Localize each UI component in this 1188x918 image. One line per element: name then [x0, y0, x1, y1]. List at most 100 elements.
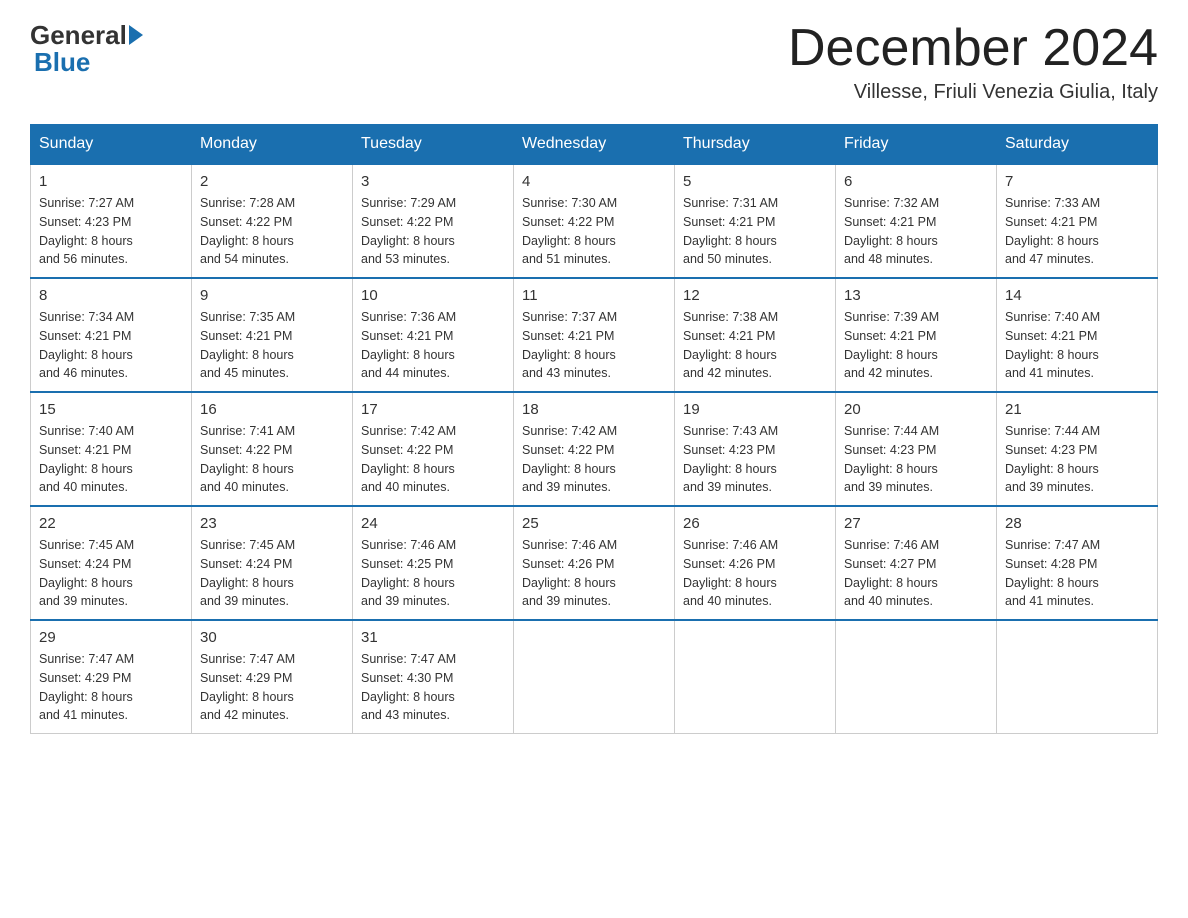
week-row-4: 22Sunrise: 7:45 AM Sunset: 4:24 PM Dayli…: [31, 506, 1158, 620]
day-number: 24: [361, 515, 505, 532]
day-cell-27: 27 Sunrise: 7:46 AM Sunset: 4:27 PM Dayli…: [836, 506, 997, 620]
day-cell-9: 9 Sunrise: 7:35 AM Sunset: 4:21 PM Daylig…: [192, 278, 353, 392]
logo: General Blue: [30, 20, 143, 78]
day-info: Sunrise: 7:41 AM Sunset: 4:22 PM Dayligh…: [200, 422, 344, 497]
day-cell-5: 5Sunrise: 7:31 AM Sunset: 4:21 PM Daylig…: [675, 164, 836, 278]
day-info: Sunrise: 7:33 AM Sunset: 4:21 PM Dayligh…: [1005, 194, 1149, 269]
day-number: 19: [683, 401, 827, 418]
day-number: 28: [1005, 515, 1149, 532]
month-title: December 2024: [788, 20, 1158, 77]
day-cell-20: 20Sunrise: 7:44 AM Sunset: 4:23 PM Dayli…: [836, 392, 997, 506]
day-cell-17: 17 Sunrise: 7:42 AM Sunset: 4:22 PM Dayli…: [353, 392, 514, 506]
day-info: Sunrise: 7:43 AM Sunset: 4:23 PM Dayligh…: [683, 422, 827, 497]
header-cell-sunday: Sunday: [31, 125, 192, 165]
day-info: Sunrise: 7:46 AM Sunset: 4:27 PM Dayligh…: [844, 536, 988, 611]
day-number: 3: [361, 173, 505, 190]
day-info: Sunrise: 7:45 AM Sunset: 4:24 PM Dayligh…: [200, 536, 344, 611]
day-number: 20: [844, 401, 988, 418]
day-info: Sunrise: 7:47 AM Sunset: 4:29 PM Dayligh…: [39, 650, 183, 725]
day-number: 25: [522, 515, 666, 532]
day-cell-19: 19 Sunrise: 7:43 AM Sunset: 4:23 PM Dayli…: [675, 392, 836, 506]
location-subtitle: Villesse, Friuli Venezia Giulia, Italy: [788, 81, 1158, 104]
day-cell-8: 8Sunrise: 7:34 AM Sunset: 4:21 PM Daylig…: [31, 278, 192, 392]
day-info: Sunrise: 7:35 AM Sunset: 4:21 PM Dayligh…: [200, 308, 344, 383]
day-info: Sunrise: 7:29 AM Sunset: 4:22 PM Dayligh…: [361, 194, 505, 269]
day-cell-2: 2Sunrise: 7:28 AM Sunset: 4:22 PM Daylig…: [192, 164, 353, 278]
day-cell-24: 24 Sunrise: 7:46 AM Sunset: 4:25 PM Dayli…: [353, 506, 514, 620]
day-cell-10: 10Sunrise: 7:36 AM Sunset: 4:21 PM Dayli…: [353, 278, 514, 392]
empty-cell: [514, 620, 675, 734]
day-info: Sunrise: 7:46 AM Sunset: 4:26 PM Dayligh…: [683, 536, 827, 611]
day-number: 13: [844, 287, 988, 304]
empty-cell: [675, 620, 836, 734]
day-info: Sunrise: 7:46 AM Sunset: 4:26 PM Dayligh…: [522, 536, 666, 611]
header-row: SundayMondayTuesdayWednesdayThursdayFrid…: [31, 125, 1158, 165]
day-number: 10: [361, 287, 505, 304]
header-cell-thursday: Thursday: [675, 125, 836, 165]
day-number: 26: [683, 515, 827, 532]
header-cell-saturday: Saturday: [997, 125, 1158, 165]
day-cell-21: 21 Sunrise: 7:44 AM Sunset: 4:23 PM Dayli…: [997, 392, 1158, 506]
day-number: 11: [522, 287, 666, 304]
day-cell-14: 14 Sunrise: 7:40 AM Sunset: 4:21 PM Dayli…: [997, 278, 1158, 392]
day-cell-12: 12 Sunrise: 7:38 AM Sunset: 4:21 PM Dayli…: [675, 278, 836, 392]
day-cell-25: 25 Sunrise: 7:46 AM Sunset: 4:26 PM Dayli…: [514, 506, 675, 620]
day-cell-11: 11 Sunrise: 7:37 AM Sunset: 4:21 PM Dayli…: [514, 278, 675, 392]
day-cell-15: 15Sunrise: 7:40 AM Sunset: 4:21 PM Dayli…: [31, 392, 192, 506]
day-cell-30: 30 Sunrise: 7:47 AM Sunset: 4:29 PM Dayli…: [192, 620, 353, 734]
day-number: 5: [683, 173, 827, 190]
logo-blue-text: Blue: [34, 47, 90, 78]
day-info: Sunrise: 7:40 AM Sunset: 4:21 PM Dayligh…: [1005, 308, 1149, 383]
day-cell-23: 23 Sunrise: 7:45 AM Sunset: 4:24 PM Dayli…: [192, 506, 353, 620]
day-info: Sunrise: 7:27 AM Sunset: 4:23 PM Dayligh…: [39, 194, 183, 269]
day-number: 21: [1005, 401, 1149, 418]
day-cell-31: 31 Sunrise: 7:47 AM Sunset: 4:30 PM Dayli…: [353, 620, 514, 734]
day-number: 4: [522, 173, 666, 190]
day-info: Sunrise: 7:39 AM Sunset: 4:21 PM Dayligh…: [844, 308, 988, 383]
day-info: Sunrise: 7:45 AM Sunset: 4:24 PM Dayligh…: [39, 536, 183, 611]
day-cell-6: 6Sunrise: 7:32 AM Sunset: 4:21 PM Daylig…: [836, 164, 997, 278]
day-info: Sunrise: 7:47 AM Sunset: 4:30 PM Dayligh…: [361, 650, 505, 725]
week-row-1: 1 Sunrise: 7:27 AM Sunset: 4:23 PM Daylig…: [31, 164, 1158, 278]
week-row-2: 8Sunrise: 7:34 AM Sunset: 4:21 PM Daylig…: [31, 278, 1158, 392]
day-number: 9: [200, 287, 344, 304]
day-number: 18: [522, 401, 666, 418]
empty-cell: [997, 620, 1158, 734]
day-number: 29: [39, 629, 183, 646]
day-cell-29: 29 Sunrise: 7:47 AM Sunset: 4:29 PM Dayli…: [31, 620, 192, 734]
day-info: Sunrise: 7:38 AM Sunset: 4:21 PM Dayligh…: [683, 308, 827, 383]
day-number: 14: [1005, 287, 1149, 304]
calendar-table: SundayMondayTuesdayWednesdayThursdayFrid…: [30, 124, 1158, 734]
day-number: 23: [200, 515, 344, 532]
day-number: 12: [683, 287, 827, 304]
day-info: Sunrise: 7:47 AM Sunset: 4:29 PM Dayligh…: [200, 650, 344, 725]
day-info: Sunrise: 7:46 AM Sunset: 4:25 PM Dayligh…: [361, 536, 505, 611]
day-cell-4: 4 Sunrise: 7:30 AM Sunset: 4:22 PM Daylig…: [514, 164, 675, 278]
day-number: 1: [39, 173, 183, 190]
day-cell-18: 18 Sunrise: 7:42 AM Sunset: 4:22 PM Dayli…: [514, 392, 675, 506]
day-number: 8: [39, 287, 183, 304]
day-number: 31: [361, 629, 505, 646]
day-number: 7: [1005, 173, 1149, 190]
day-info: Sunrise: 7:28 AM Sunset: 4:22 PM Dayligh…: [200, 194, 344, 269]
day-cell-22: 22Sunrise: 7:45 AM Sunset: 4:24 PM Dayli…: [31, 506, 192, 620]
day-info: Sunrise: 7:44 AM Sunset: 4:23 PM Dayligh…: [1005, 422, 1149, 497]
week-row-5: 29 Sunrise: 7:47 AM Sunset: 4:29 PM Dayli…: [31, 620, 1158, 734]
day-number: 17: [361, 401, 505, 418]
day-number: 15: [39, 401, 183, 418]
day-number: 30: [200, 629, 344, 646]
day-info: Sunrise: 7:42 AM Sunset: 4:22 PM Dayligh…: [522, 422, 666, 497]
empty-cell: [836, 620, 997, 734]
day-cell-1: 1 Sunrise: 7:27 AM Sunset: 4:23 PM Daylig…: [31, 164, 192, 278]
day-info: Sunrise: 7:30 AM Sunset: 4:22 PM Dayligh…: [522, 194, 666, 269]
day-info: Sunrise: 7:42 AM Sunset: 4:22 PM Dayligh…: [361, 422, 505, 497]
day-cell-26: 26 Sunrise: 7:46 AM Sunset: 4:26 PM Dayli…: [675, 506, 836, 620]
day-number: 6: [844, 173, 988, 190]
day-number: 27: [844, 515, 988, 532]
logo-triangle-icon: [129, 25, 143, 45]
page-header: General Blue December 2024 Villesse, Fri…: [30, 20, 1158, 104]
day-info: Sunrise: 7:37 AM Sunset: 4:21 PM Dayligh…: [522, 308, 666, 383]
day-cell-13: 13 Sunrise: 7:39 AM Sunset: 4:21 PM Dayli…: [836, 278, 997, 392]
day-cell-7: 7 Sunrise: 7:33 AM Sunset: 4:21 PM Daylig…: [997, 164, 1158, 278]
day-cell-28: 28Sunrise: 7:47 AM Sunset: 4:28 PM Dayli…: [997, 506, 1158, 620]
